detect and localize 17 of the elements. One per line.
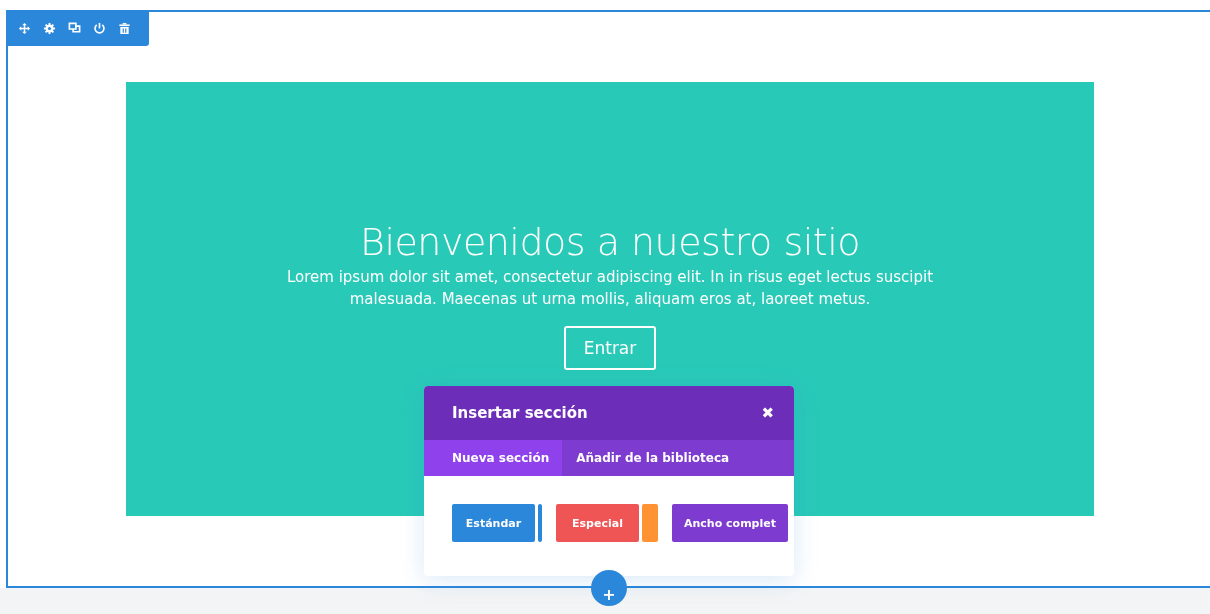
close-button[interactable]: ✖ bbox=[761, 404, 774, 422]
color-strip bbox=[538, 504, 542, 542]
dialog-tab[interactable]: Añadir de la biblioteca bbox=[562, 440, 744, 476]
hero-text: Lorem ipsum dolor sit amet, consectetur adipiscing elit. In in risus eget lectus suscipit malesuada. Maecenas ut urna mollis, aliquam eros at, laoreet metus. bbox=[285, 267, 935, 310]
duplicate-icon[interactable] bbox=[68, 21, 81, 35]
hero-title: Bienvenidos a nuestro sitio bbox=[360, 219, 860, 266]
move-icon[interactable] bbox=[18, 21, 31, 35]
dialog-tab[interactable]: Nueva sección bbox=[424, 440, 563, 476]
add-section-button[interactable]: + bbox=[591, 570, 627, 606]
section-type-button[interactable]: Especial bbox=[556, 504, 639, 542]
power-icon[interactable] bbox=[93, 21, 106, 35]
section-type-button[interactable]: Ancho complet bbox=[672, 504, 788, 542]
color-strip bbox=[642, 504, 658, 542]
dialog-title: Insertar sección bbox=[452, 404, 588, 422]
delete-icon[interactable] bbox=[118, 21, 131, 35]
section-type-button[interactable]: Estándar bbox=[452, 504, 535, 542]
settings-icon[interactable] bbox=[43, 21, 56, 35]
